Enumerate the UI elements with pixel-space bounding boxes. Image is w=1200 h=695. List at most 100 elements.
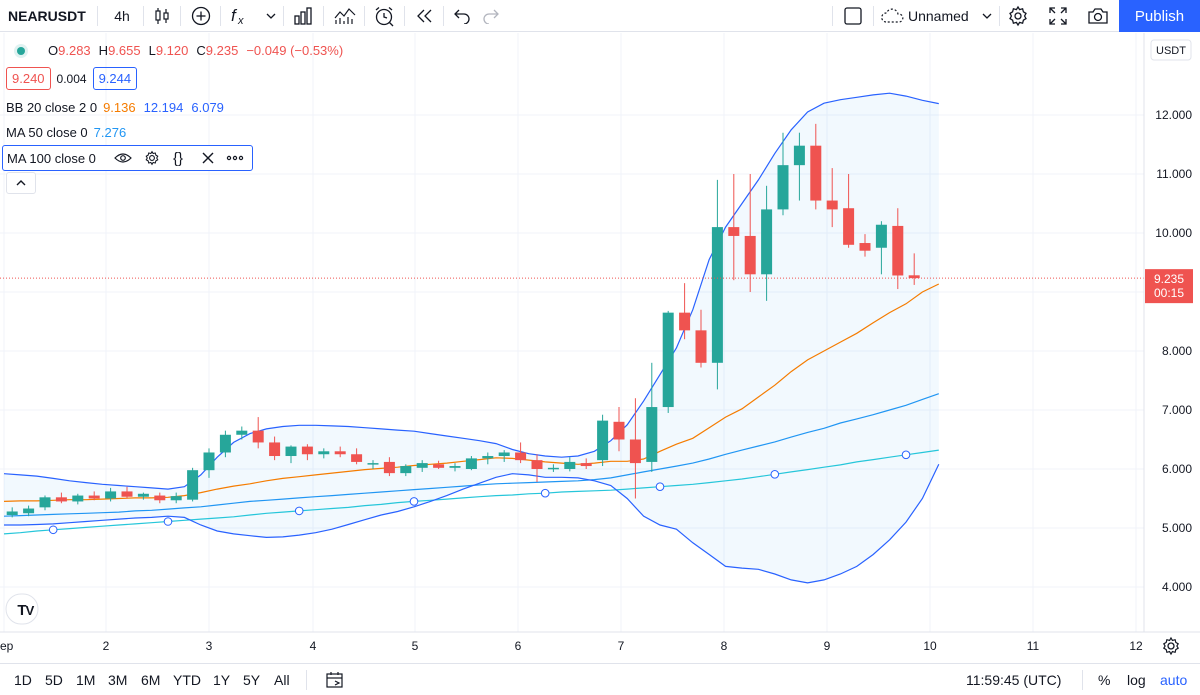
close-value: 9.235 xyxy=(205,43,239,58)
time-tick-label: 3 xyxy=(206,639,213,653)
log-scale-toggle[interactable]: log xyxy=(1127,672,1146,688)
low-label: L xyxy=(148,43,156,58)
time-tick-label: 5 xyxy=(412,639,419,653)
range-all-button[interactable]: All xyxy=(274,672,290,688)
indicator-ma50-row[interactable]: MA 50 close 0 7.276 xyxy=(6,125,126,140)
candle-body-down xyxy=(88,495,100,499)
price-tick-label: 10.000 xyxy=(1155,226,1192,240)
price-tick-label: 11.000 xyxy=(1156,167,1192,181)
candle-body-down xyxy=(121,491,133,497)
price-tick-label: 6.000 xyxy=(1162,462,1192,476)
candle-body-down xyxy=(728,227,740,236)
axis-settings-gear-icon[interactable] xyxy=(1162,636,1180,656)
candle-body-up xyxy=(23,508,35,514)
bid-ask-row: 9.240 0.004 9.244 xyxy=(6,67,143,90)
last-price-value: 9.235 xyxy=(1154,272,1184,286)
candle-body-up xyxy=(449,466,461,468)
range-6m-button[interactable]: 6M xyxy=(141,672,160,688)
candle-body-down xyxy=(695,330,707,363)
eye-icon[interactable] xyxy=(114,152,132,164)
more-dots-icon[interactable] xyxy=(226,155,244,161)
candle-body-down xyxy=(383,461,395,474)
svg-text:{}: {} xyxy=(173,150,183,166)
toolbar-divider xyxy=(1082,670,1083,690)
candle-body-up xyxy=(285,446,297,457)
indicator-ma100-row[interactable]: MA 100 close 0 {} xyxy=(2,145,253,171)
spread-value: 0.004 xyxy=(56,71,87,86)
candle-body-up xyxy=(39,497,51,508)
candle-body-down xyxy=(826,200,838,210)
percent-scale-toggle[interactable]: % xyxy=(1098,672,1110,688)
candle-body-up xyxy=(711,227,723,363)
candle-body-up xyxy=(465,458,477,469)
candle-body-up xyxy=(6,511,18,516)
ohlc-row: O 9.283 H 9.655 L 9.120 C 9.235 −0.049 (−0.5… xyxy=(14,43,343,58)
bb-upper-value: 12.194 xyxy=(143,100,184,115)
candle-body-up xyxy=(416,463,428,468)
remove-close-icon[interactable] xyxy=(202,152,214,164)
candle-body-down xyxy=(334,451,346,455)
collapse-legend-chevron-icon[interactable] xyxy=(6,172,36,194)
currency-badge[interactable]: USDT xyxy=(1156,45,1186,57)
range-3m-button[interactable]: 3M xyxy=(108,672,127,688)
close-label: C xyxy=(196,43,206,58)
price-tick-label: 12.000 xyxy=(1155,108,1192,122)
toolbar-divider xyxy=(306,670,307,690)
bb-basis-value: 9.136 xyxy=(103,100,136,115)
candle-body-down xyxy=(433,464,445,468)
candle-body-down xyxy=(252,430,264,443)
range-ytd-button[interactable]: YTD xyxy=(173,672,201,688)
range-1m-button[interactable]: 1M xyxy=(76,672,95,688)
time-tick-label: ep xyxy=(0,639,14,653)
candle-body-up xyxy=(662,312,674,408)
range-5y-button[interactable]: 5Y xyxy=(243,672,260,688)
ma100-marker xyxy=(770,470,780,479)
candle-body-up xyxy=(597,420,609,461)
candle-body-down xyxy=(154,495,166,501)
time-tick-label: 10 xyxy=(923,639,937,653)
range-1y-button[interactable]: 1Y xyxy=(213,672,230,688)
ma100-marker xyxy=(294,506,304,516)
ma100-marker xyxy=(540,488,550,498)
goto-date-calendar-icon[interactable] xyxy=(325,671,345,692)
candle-body-down xyxy=(351,454,363,462)
tradingview-logo-icon[interactable]: T V xyxy=(5,593,39,625)
candle-body-up xyxy=(482,456,494,459)
time-tick-label: 9 xyxy=(824,639,831,653)
candle-body-up xyxy=(236,430,248,435)
open-label: O xyxy=(48,43,59,58)
candle-body-down xyxy=(531,460,543,469)
chart-grid xyxy=(0,33,1144,632)
sell-price-button[interactable]: 9.240 xyxy=(6,67,51,90)
buy-price-button[interactable]: 9.244 xyxy=(92,67,138,90)
time-tick-label: 8 xyxy=(721,639,728,653)
bottom-toolbar: 1D 5D 1M 3M 6M YTD 1Y 5Y All 11:59:45 (U… xyxy=(0,663,1200,695)
range-1d-button[interactable]: 1D xyxy=(14,672,32,688)
utc-clock[interactable]: 11:59:45 (UTC) xyxy=(966,672,1061,688)
ma50-value: 7.276 xyxy=(93,125,127,140)
time-tick-label: 11 xyxy=(1027,639,1040,653)
bb-lower-value: 6.079 xyxy=(191,100,224,115)
candle-body-down xyxy=(892,225,904,276)
candle-body-up xyxy=(547,467,559,470)
auto-scale-toggle[interactable]: auto xyxy=(1160,672,1187,688)
low-value: 9.120 xyxy=(155,43,189,58)
candle-body-up xyxy=(187,470,199,500)
indicator-bb-row[interactable]: BB 20 close 2 0 9.136 12.194 6.079 xyxy=(6,100,224,115)
candle-body-up xyxy=(203,452,215,471)
price-tick-label: 4.000 xyxy=(1162,580,1192,594)
candle-body-up xyxy=(761,209,773,275)
market-status-dot xyxy=(14,43,28,58)
candle-body-up xyxy=(367,463,379,465)
price-tick-label: 5.000 xyxy=(1162,521,1192,535)
source-code-braces-icon[interactable]: {} xyxy=(172,150,190,166)
settings-gear-icon[interactable] xyxy=(144,150,160,166)
candle-body-up xyxy=(137,493,149,497)
candle-body-up xyxy=(72,495,84,502)
candle-body-down xyxy=(843,208,855,245)
candle-body-down xyxy=(859,243,871,251)
range-5d-button[interactable]: 5D xyxy=(45,672,63,688)
price-axis-ticks: 4.0005.0006.0007.0008.0009.00010.00011.0… xyxy=(1155,108,1192,594)
candle-body-down xyxy=(55,497,67,502)
indicator-name: BB 20 close 2 0 xyxy=(6,100,98,115)
